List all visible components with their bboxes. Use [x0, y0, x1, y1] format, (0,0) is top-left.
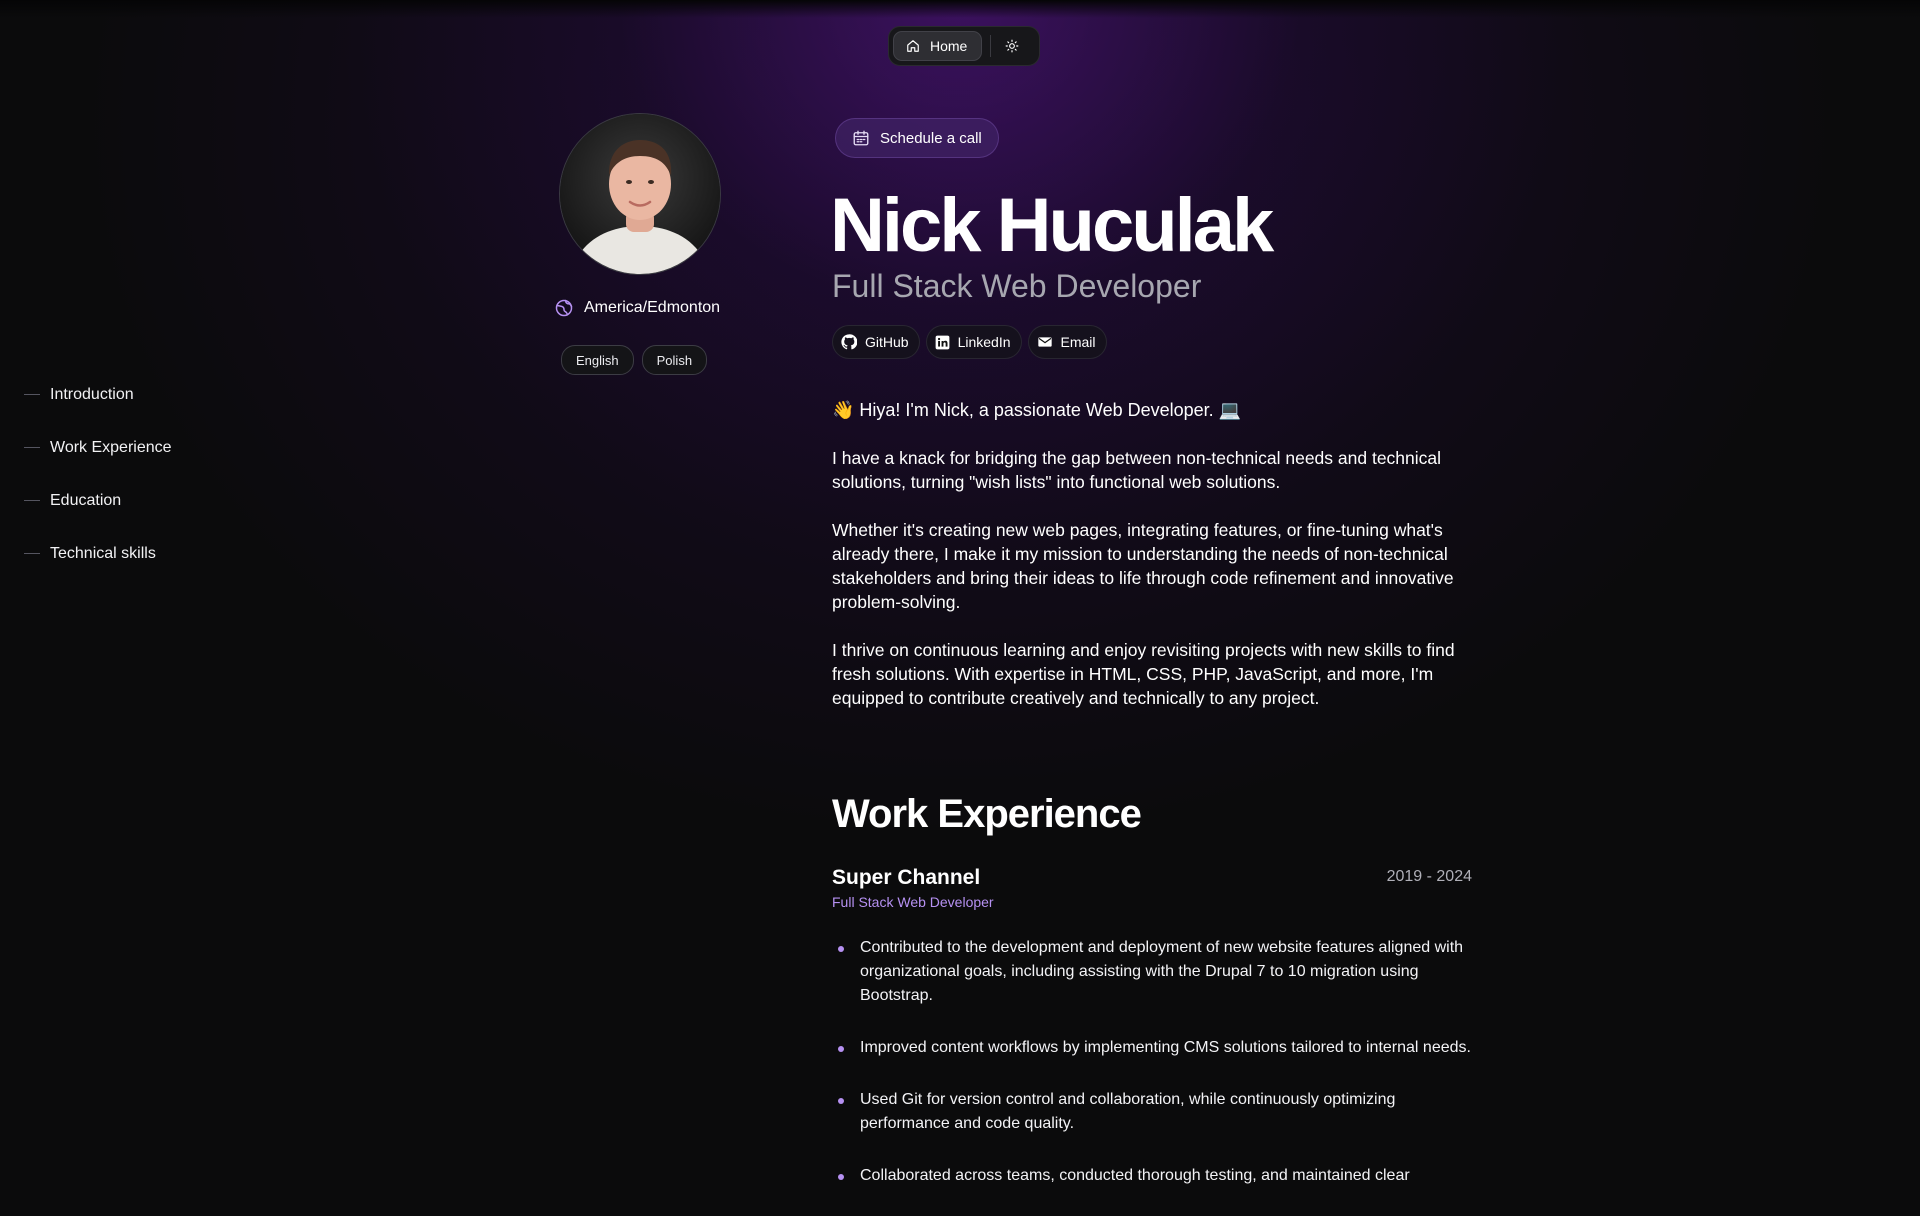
github-label: GitHub — [865, 334, 909, 350]
bullet-text: Improved content workflows by implementi… — [860, 1039, 1471, 1056]
toc-label: Education — [50, 491, 122, 509]
toc-line — [24, 394, 40, 395]
toc-line — [24, 553, 40, 554]
list-item: Collaborated across teams, conducted tho… — [832, 1164, 1472, 1188]
calendar-icon — [853, 130, 869, 146]
github-icon — [841, 334, 857, 350]
job-role: Full Stack Web Developer — [832, 894, 994, 910]
schedule-label: Schedule a call — [880, 129, 982, 147]
location-label: America/Edmonton — [584, 299, 721, 316]
introduction-section: 👋 Hiya! I'm Nick, a passionate Web Devel… — [832, 398, 1480, 734]
bullet-dot — [838, 1098, 844, 1104]
bullet-dot — [838, 1046, 844, 1052]
toc-label: Technical skills — [50, 544, 156, 562]
schedule-call-button[interactable]: Schedule a call — [835, 118, 999, 158]
intro-greeting: 👋 Hiya! I'm Nick, a passionate Web Devel… — [832, 400, 1242, 420]
bullet-text: Collaborated across teams, conducted tho… — [860, 1167, 1410, 1184]
toc-item-introduction[interactable]: Introduction — [24, 368, 172, 421]
toc-line — [24, 447, 40, 448]
toc-item-work-experience[interactable]: Work Experience — [24, 421, 172, 474]
intro-paragraph: I thrive on continuous learning and enjo… — [832, 640, 1455, 708]
linkedin-label: LinkedIn — [957, 334, 1011, 350]
top-nav: Home — [888, 26, 1040, 66]
social-links: GitHub LinkedIn Email — [832, 325, 1107, 359]
bullet-text: Contributed to the development and deplo… — [860, 939, 1464, 1004]
email-label: Email — [1060, 334, 1096, 350]
toc-item-technical-skills[interactable]: Technical skills — [24, 527, 172, 580]
intro-paragraph: Whether it's creating new web pages, int… — [832, 520, 1454, 612]
location: America/Edmonton — [554, 298, 720, 318]
work-experience-title: Work Experience — [832, 792, 1142, 836]
toc-label: Introduction — [50, 385, 134, 403]
bullet-dot — [838, 946, 844, 952]
page-subtitle: Full Stack Web Developer — [832, 268, 1202, 304]
globe-icon — [555, 299, 573, 317]
language-tag: English — [561, 345, 634, 375]
github-link[interactable]: GitHub — [832, 325, 920, 359]
list-item: Used Git for version control and collabo… — [832, 1088, 1472, 1136]
top-shadow — [0, 0, 1920, 18]
bullet-dot — [838, 1174, 844, 1180]
home-icon — [907, 40, 919, 52]
avatar — [559, 113, 721, 275]
page-title: Nick Huculak — [830, 183, 1274, 268]
linkedin-link[interactable]: LinkedIn — [925, 325, 1022, 359]
job-bullets: Contributed to the development and deplo… — [832, 936, 1472, 1216]
toc-label: Work Experience — [50, 438, 172, 456]
company-name: Super Channel — [832, 866, 981, 889]
table-of-contents: Introduction Work Experience Education T… — [24, 368, 172, 580]
home-label: Home — [930, 38, 968, 54]
email-icon — [1037, 337, 1052, 347]
intro-paragraph: I have a knack for bridging the gap betw… — [832, 448, 1442, 492]
nav-divider — [990, 35, 992, 57]
sun-icon — [1005, 39, 1019, 53]
list-item: Improved content workflows by implementi… — [832, 1036, 1472, 1060]
language-tag: Polish — [641, 345, 708, 375]
toc-line — [24, 500, 40, 501]
language-tags: English Polish — [561, 345, 708, 375]
theme-toggle-button[interactable] — [999, 33, 1025, 59]
avatar-photo — [560, 114, 720, 274]
email-link[interactable]: Email — [1027, 325, 1107, 359]
toc-item-education[interactable]: Education — [24, 474, 172, 527]
home-button[interactable]: Home — [893, 31, 983, 61]
linkedin-icon — [935, 335, 949, 349]
job-dates: 2019 - 2024 — [1386, 868, 1472, 885]
bullet-text: Used Git for version control and collabo… — [860, 1091, 1396, 1132]
list-item: Contributed to the development and deplo… — [832, 936, 1472, 1008]
